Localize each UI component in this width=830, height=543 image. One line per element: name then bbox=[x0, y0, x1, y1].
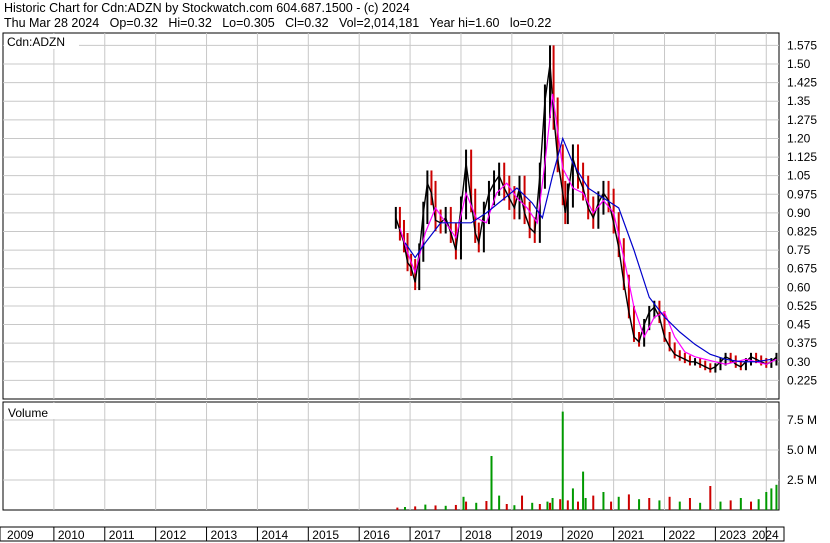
volume-bar bbox=[485, 501, 488, 510]
volume-bar bbox=[577, 501, 580, 510]
price-tick-label: 1.125 bbox=[787, 150, 817, 164]
price-tick-label: 0.90 bbox=[787, 206, 811, 220]
x-tick-label: 2018 bbox=[465, 528, 492, 542]
volume-bar bbox=[444, 505, 447, 510]
volume-bar bbox=[566, 500, 569, 510]
price-tick-label: 0.975 bbox=[787, 187, 817, 201]
volume-tick-label: 7.5 M bbox=[787, 413, 817, 427]
volume-bar bbox=[521, 495, 524, 510]
price-tick-label: 1.425 bbox=[787, 76, 817, 90]
price-axis: 1.575 1.50 1.425 1.35 1.275 1.20 1.125 1.05 0.97… bbox=[787, 38, 817, 387]
volume-bar bbox=[739, 498, 742, 510]
x-tick-label: 2014 bbox=[261, 528, 288, 542]
x-tick-label: 2012 bbox=[160, 528, 187, 542]
price-tick-label: 0.45 bbox=[787, 318, 811, 332]
volume-bar bbox=[414, 506, 417, 510]
volume-bar bbox=[610, 501, 613, 510]
price-tick-label: 1.05 bbox=[787, 169, 811, 183]
volume-bar bbox=[424, 504, 427, 510]
volume-bar bbox=[668, 496, 671, 510]
price-tick-label: 0.675 bbox=[787, 262, 817, 276]
volume-panel-title: Volume bbox=[8, 406, 48, 420]
volume-bar bbox=[750, 501, 753, 510]
volume-bar bbox=[403, 507, 406, 510]
volume-tick-label: 2.5 M bbox=[787, 473, 817, 487]
volume-bar bbox=[462, 496, 465, 510]
volume-bar bbox=[498, 495, 501, 510]
price-tick-label: 1.50 bbox=[787, 57, 811, 71]
volume-bar bbox=[551, 498, 554, 510]
volume-bar bbox=[719, 501, 722, 510]
x-tick-label: 2023 bbox=[719, 528, 746, 542]
volume-bar bbox=[699, 502, 702, 510]
volume-bar bbox=[396, 507, 399, 510]
price-tick-label: 0.75 bbox=[787, 243, 811, 257]
volume-bar bbox=[465, 501, 468, 510]
price-tick-label: 0.525 bbox=[787, 299, 817, 313]
volume-bar bbox=[475, 502, 478, 510]
volume-bar bbox=[638, 499, 641, 510]
volume-bar bbox=[549, 502, 552, 510]
volume-bar bbox=[648, 498, 651, 510]
volume-bar bbox=[678, 501, 681, 510]
price-tick-label: 0.375 bbox=[787, 336, 817, 350]
stock-chart: 1.575 1.50 1.425 1.35 1.275 1.20 1.125 1.05 0.97… bbox=[0, 32, 817, 542]
price-tick-label: 1.35 bbox=[787, 94, 811, 108]
volume-bar bbox=[434, 505, 437, 510]
volume-bar bbox=[709, 486, 712, 510]
price-tick-label: 0.60 bbox=[787, 280, 811, 294]
volume-bar bbox=[775, 484, 778, 510]
x-tick-label: 2009 bbox=[7, 528, 34, 542]
volume-bar bbox=[538, 504, 541, 510]
x-tick-label: 2015 bbox=[312, 528, 339, 542]
volume-bar bbox=[602, 492, 605, 510]
x-tick-label: 2021 bbox=[618, 528, 645, 542]
x-tick-label: 2011 bbox=[109, 528, 135, 542]
volume-bar bbox=[592, 495, 595, 510]
x-tick-label: 2010 bbox=[58, 528, 85, 542]
price-tick-label: 1.575 bbox=[787, 38, 817, 52]
volume-axis: 7.5 M 5.0 M 2.5 M bbox=[787, 413, 817, 487]
price-tick-label: 1.275 bbox=[787, 113, 817, 127]
volume-bar bbox=[490, 456, 493, 510]
x-tick-label: 2016 bbox=[363, 528, 390, 542]
volume-bar bbox=[559, 499, 562, 510]
volume-bar bbox=[546, 501, 549, 510]
volume-bar bbox=[688, 498, 691, 510]
volume-bar bbox=[770, 488, 773, 510]
x-tick-label: 2017 bbox=[414, 528, 441, 542]
price-tick-label: 0.30 bbox=[787, 355, 811, 369]
volume-bar bbox=[505, 504, 508, 510]
volume-bar bbox=[658, 500, 661, 510]
price-tick-label: 0.225 bbox=[787, 373, 817, 387]
x-tick-label: 2019 bbox=[516, 528, 543, 542]
x-tick-label: 2024 bbox=[752, 528, 779, 542]
volume-bar bbox=[531, 502, 534, 510]
volume-tick-label: 5.0 M bbox=[787, 443, 817, 457]
volume-bar bbox=[513, 505, 516, 510]
volume-bar bbox=[627, 494, 630, 510]
volume-bar bbox=[617, 496, 620, 510]
volume-bar bbox=[757, 499, 760, 510]
price-panel-title: Cdn:ADZN bbox=[7, 35, 65, 49]
x-tick-label: 2022 bbox=[669, 528, 696, 542]
volume-bar bbox=[582, 471, 585, 510]
volume-bar bbox=[729, 500, 732, 510]
volume-bar bbox=[571, 488, 574, 510]
price-tick-label: 0.825 bbox=[787, 225, 817, 239]
volume-bar bbox=[584, 498, 587, 510]
volume-panel-frame bbox=[2, 401, 780, 511]
price-panel-frame bbox=[2, 32, 780, 400]
price-tick-label: 1.20 bbox=[787, 131, 811, 145]
volume-bar bbox=[454, 504, 457, 510]
x-tick-label: 2020 bbox=[567, 528, 594, 542]
volume-bar bbox=[561, 411, 564, 510]
x-tick-label: 2013 bbox=[211, 528, 238, 542]
volume-bar bbox=[765, 492, 768, 510]
